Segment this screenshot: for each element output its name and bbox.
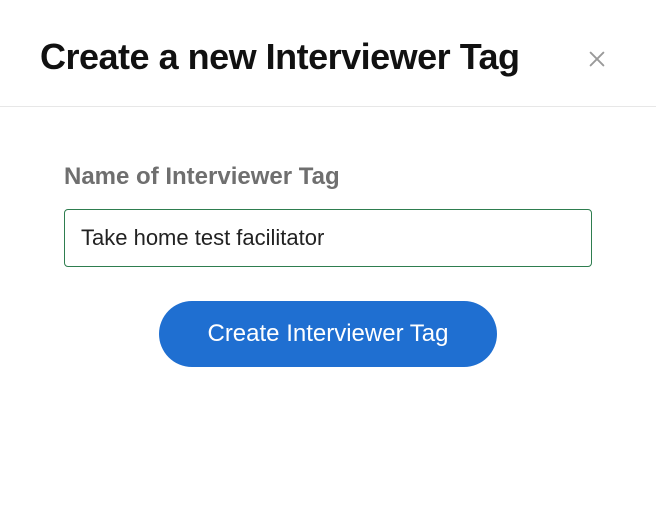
dialog-header: Create a new Interviewer Tag bbox=[0, 0, 656, 107]
close-icon bbox=[586, 48, 608, 70]
name-field-label: Name of Interviewer Tag bbox=[64, 163, 592, 191]
create-interviewer-tag-dialog: Create a new Interviewer Tag Name of Int… bbox=[0, 0, 656, 524]
dialog-body: Name of Interviewer Tag Create Interview… bbox=[0, 107, 656, 367]
create-interviewer-tag-button[interactable]: Create Interviewer Tag bbox=[159, 301, 496, 367]
dialog-actions: Create Interviewer Tag bbox=[64, 301, 592, 367]
close-button[interactable] bbox=[578, 40, 616, 78]
dialog-title: Create a new Interviewer Tag bbox=[40, 36, 520, 77]
tag-name-input[interactable] bbox=[64, 209, 592, 267]
